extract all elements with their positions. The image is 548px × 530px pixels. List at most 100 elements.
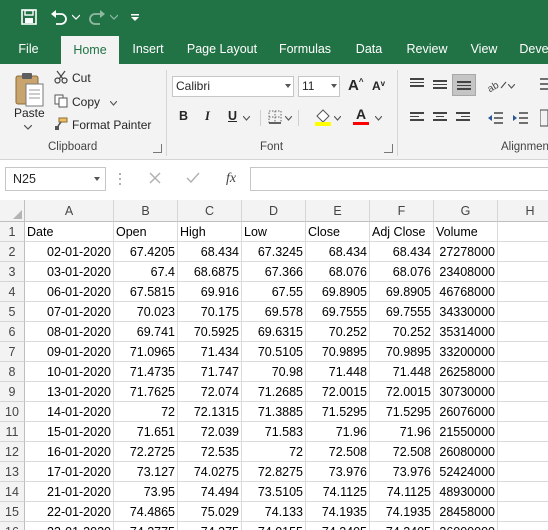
align-right-icon[interactable]	[456, 112, 470, 124]
cell-d7[interactable]: 70.5105	[242, 342, 306, 362]
cell-c11[interactable]: 72.039	[178, 422, 242, 442]
align-left-icon[interactable]	[410, 112, 424, 124]
font-size-select[interactable]: 11	[298, 76, 340, 97]
underline-button[interactable]: U	[228, 109, 237, 123]
cell-d14[interactable]: 73.5105	[242, 482, 306, 502]
cell-a9[interactable]: 13-01-2020	[25, 382, 114, 402]
cell-g4[interactable]: 46768000	[434, 282, 498, 302]
tab-home[interactable]: Home	[61, 36, 119, 64]
cell-d15[interactable]: 74.133	[242, 502, 306, 522]
cell-h12[interactable]	[498, 442, 548, 462]
cell-g1[interactable]: Volume	[434, 222, 498, 242]
cell-e9[interactable]: 72.0015	[306, 382, 370, 402]
cell-d9[interactable]: 71.2685	[242, 382, 306, 402]
paste-label[interactable]: Paste	[14, 106, 45, 120]
cell-c1[interactable]: High	[178, 222, 242, 242]
column-header-g[interactable]: G	[434, 200, 498, 222]
cell-a5[interactable]: 07-01-2020	[25, 302, 114, 322]
borders-dropdown-icon[interactable]	[285, 116, 292, 121]
cell-f5[interactable]: 69.7555	[370, 302, 434, 322]
clipboard-launcher-icon[interactable]	[153, 144, 162, 153]
cell-c14[interactable]: 74.494	[178, 482, 242, 502]
cell-d12[interactable]: 72	[242, 442, 306, 462]
grow-font-button[interactable]: A^	[348, 77, 364, 94]
cell-f12[interactable]: 72.508	[370, 442, 434, 462]
cell-a4[interactable]: 06-01-2020	[25, 282, 114, 302]
cell-g8[interactable]: 26258000	[434, 362, 498, 382]
cell-h8[interactable]	[498, 362, 548, 382]
cell-h15[interactable]	[498, 502, 548, 522]
tab-page-layout[interactable]: Page Layout	[182, 34, 262, 64]
row-header[interactable]: 16	[0, 522, 25, 530]
font-color-dropdown-icon[interactable]	[375, 116, 382, 121]
tab-insert[interactable]: Insert	[123, 34, 173, 64]
cell-e6[interactable]: 70.252	[306, 322, 370, 342]
column-header-h[interactable]: H	[498, 200, 548, 222]
cell-a12[interactable]: 16-01-2020	[25, 442, 114, 462]
cell-c12[interactable]: 72.535	[178, 442, 242, 462]
font-color-button[interactable]: A	[353, 107, 369, 125]
cell-d13[interactable]: 72.8275	[242, 462, 306, 482]
cell-f13[interactable]: 73.976	[370, 462, 434, 482]
cell-c7[interactable]: 71.434	[178, 342, 242, 362]
cell-d6[interactable]: 69.6315	[242, 322, 306, 342]
cell-d2[interactable]: 67.3245	[242, 242, 306, 262]
font-name-select[interactable]: Calibri	[172, 76, 294, 97]
column-header-b[interactable]: B	[114, 200, 178, 222]
cell-e1[interactable]: Close	[306, 222, 370, 242]
cell-c15[interactable]: 75.029	[178, 502, 242, 522]
cell-h2[interactable]	[498, 242, 548, 262]
fill-color-icon[interactable]	[314, 108, 332, 126]
cell-d11[interactable]: 71.583	[242, 422, 306, 442]
cell-h1[interactable]	[498, 222, 548, 242]
row-header[interactable]: 6	[0, 322, 25, 342]
cell-a8[interactable]: 10-01-2020	[25, 362, 114, 382]
cell-e8[interactable]: 71.448	[306, 362, 370, 382]
cell-e4[interactable]: 69.8905	[306, 282, 370, 302]
insert-function-icon[interactable]: fx	[212, 171, 250, 187]
cell-g2[interactable]: 27278000	[434, 242, 498, 262]
cell-b12[interactable]: 72.2725	[114, 442, 178, 462]
cell-e13[interactable]: 73.976	[306, 462, 370, 482]
cell-b7[interactable]: 71.0965	[114, 342, 178, 362]
column-header-f[interactable]: F	[370, 200, 434, 222]
cancel-icon[interactable]	[136, 172, 174, 187]
cell-c2[interactable]: 68.434	[178, 242, 242, 262]
row-header[interactable]: 1	[0, 222, 25, 242]
paste-dropdown-icon[interactable]	[24, 124, 32, 130]
row-header[interactable]: 14	[0, 482, 25, 502]
copy-button[interactable]: Copy	[54, 93, 118, 111]
cell-d10[interactable]: 71.3885	[242, 402, 306, 422]
fill-color-dropdown-icon[interactable]	[334, 116, 341, 121]
cell-h14[interactable]	[498, 482, 548, 502]
cell-b4[interactable]: 67.5815	[114, 282, 178, 302]
cell-f16[interactable]: 74.2405	[370, 522, 434, 530]
cell-h6[interactable]	[498, 322, 548, 342]
orientation-dropdown-icon[interactable]	[508, 84, 515, 89]
align-center-icon[interactable]	[433, 112, 447, 124]
column-header-d[interactable]: D	[242, 200, 306, 222]
cell-c3[interactable]: 68.6875	[178, 262, 242, 282]
save-icon[interactable]	[18, 6, 40, 28]
cell-e5[interactable]: 69.7555	[306, 302, 370, 322]
cell-a10[interactable]: 14-01-2020	[25, 402, 114, 422]
row-header[interactable]: 7	[0, 342, 25, 362]
row-header[interactable]: 2	[0, 242, 25, 262]
cell-d1[interactable]: Low	[242, 222, 306, 242]
cell-a3[interactable]: 03-01-2020	[25, 262, 114, 282]
font-launcher-icon[interactable]	[384, 144, 393, 153]
copy-dropdown-icon[interactable]	[109, 95, 118, 109]
bottom-align-button[interactable]	[452, 74, 476, 96]
cell-f14[interactable]: 74.1125	[370, 482, 434, 502]
middle-align-icon[interactable]	[433, 80, 447, 92]
cell-b3[interactable]: 67.4	[114, 262, 178, 282]
cell-f11[interactable]: 71.96	[370, 422, 434, 442]
cell-g15[interactable]: 28458000	[434, 502, 498, 522]
cell-b5[interactable]: 70.023	[114, 302, 178, 322]
row-header[interactable]: 4	[0, 282, 25, 302]
cell-c10[interactable]: 72.1315	[178, 402, 242, 422]
row-header[interactable]: 11	[0, 422, 25, 442]
cut-button[interactable]: Cut	[54, 69, 91, 87]
column-header-e[interactable]: E	[306, 200, 370, 222]
cell-g9[interactable]: 30730000	[434, 382, 498, 402]
